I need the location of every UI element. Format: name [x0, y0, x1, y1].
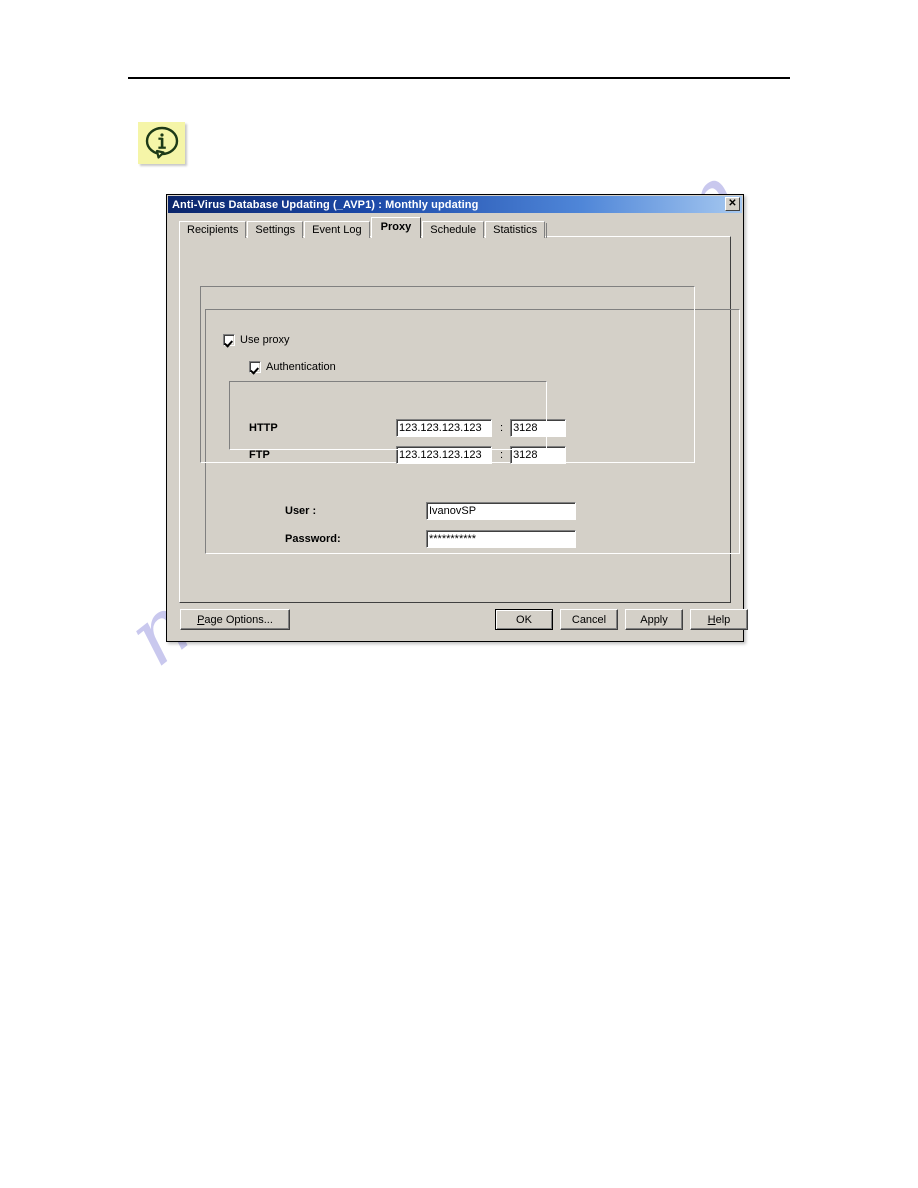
apply-button[interactable]: Apply: [625, 609, 683, 630]
help-accel: H: [707, 613, 716, 626]
password-label: Password:: [285, 533, 341, 545]
user-input[interactable]: [426, 502, 576, 520]
close-icon[interactable]: ✕: [725, 197, 740, 211]
proxy-settings-dialog: Anti-Virus Database Updating (_AVP1) : M…: [166, 194, 748, 642]
ftp-label: FTP: [249, 449, 270, 461]
tab-recipients[interactable]: Recipients: [179, 221, 247, 238]
user-label: User :: [285, 505, 317, 517]
password-row: Password:: [285, 530, 576, 548]
info-note: [138, 122, 185, 164]
ok-button[interactable]: OK: [495, 609, 553, 630]
authentication-label: Authentication: [266, 361, 336, 373]
dialog-titlebar: Anti-Virus Database Updating (_AVP1) : M…: [168, 196, 742, 213]
page-options-label: age Options...: [204, 613, 273, 626]
authentication-checkbox-row[interactable]: Authentication: [249, 361, 336, 373]
ftp-colon: :: [500, 449, 504, 461]
dialog-button-bar: Page Options... OK Cancel Apply Help: [177, 609, 748, 631]
help-label: elp: [715, 613, 731, 626]
page-options-button[interactable]: Page Options...: [180, 609, 290, 630]
tab-schedule[interactable]: Schedule: [422, 221, 485, 238]
user-row: User :: [285, 502, 576, 520]
password-input[interactable]: [426, 530, 576, 548]
proxy-servers-group: HTTP : FTP : Authentication User :: [200, 286, 695, 548]
help-button[interactable]: Help: [690, 609, 748, 630]
tab-strip: Recipients Settings Event Log Proxy Sche…: [179, 217, 548, 238]
page-options-accel: P: [197, 613, 205, 626]
dialog-title: Anti-Virus Database Updating (_AVP1) : M…: [172, 198, 479, 211]
authentication-checkbox[interactable]: [249, 361, 261, 373]
tab-strip-end-divider: [546, 223, 548, 238]
tab-event-log[interactable]: Event Log: [304, 221, 370, 238]
proxy-tab-page: Use proxy HTTP : FTP : Authentication: [179, 236, 740, 603]
tab-settings[interactable]: Settings: [247, 221, 304, 238]
cancel-button[interactable]: Cancel: [560, 609, 618, 630]
page-header-rule: [128, 77, 790, 79]
tab-statistics[interactable]: Statistics: [485, 221, 546, 238]
info-bubble-icon: [138, 122, 185, 164]
credentials-group: User : Password:: [229, 381, 576, 548]
tab-proxy[interactable]: Proxy: [370, 217, 422, 238]
